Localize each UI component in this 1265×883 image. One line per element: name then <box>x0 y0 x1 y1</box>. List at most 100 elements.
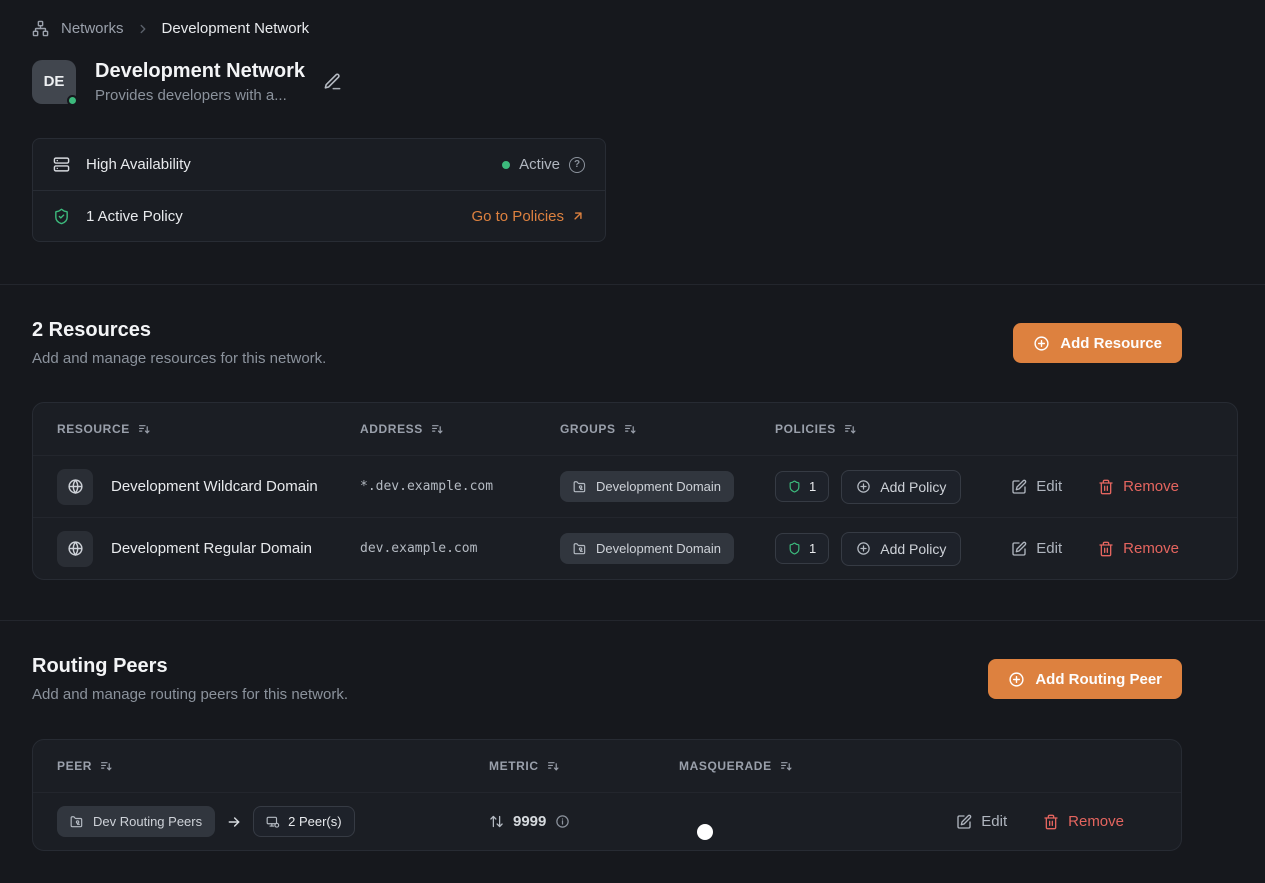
add-resource-label: Add Resource <box>1060 335 1162 352</box>
column-resource[interactable]: RESOURCE <box>57 422 360 436</box>
globe-icon <box>57 531 93 567</box>
breadcrumb: Networks Development Network <box>32 20 1233 37</box>
server-icon <box>53 156 70 173</box>
routing-peer-group-label: Dev Routing Peers <box>93 814 202 829</box>
remove-button[interactable]: Remove <box>1098 540 1179 557</box>
group-badge[interactable]: Development Domain <box>560 533 734 564</box>
policy-count: 1 <box>809 479 816 494</box>
go-to-policies-link[interactable]: Go to Policies <box>471 208 585 225</box>
sort-icon <box>547 760 560 773</box>
policy-count-pill[interactable]: 1 <box>775 471 829 502</box>
remove-button[interactable]: Remove <box>1098 478 1179 495</box>
remove-label: Remove <box>1068 813 1124 830</box>
sort-icon <box>431 423 444 436</box>
routing-peers-title: Routing Peers <box>32 655 348 678</box>
arrow-up-right-icon <box>571 209 585 223</box>
peer-count-label: 2 Peer(s) <box>288 814 341 829</box>
edit-label: Edit <box>981 813 1007 830</box>
edit-button[interactable]: Edit <box>1011 478 1062 495</box>
edit-icon <box>1011 541 1027 557</box>
metric-value: 9999 <box>513 813 546 830</box>
edit-button[interactable]: Edit <box>956 813 1007 830</box>
sort-icon <box>844 423 857 436</box>
edit-icon <box>956 814 972 830</box>
resources-title: 2 Resources <box>32 319 326 342</box>
remove-button[interactable]: Remove <box>1043 813 1124 830</box>
edit-network-icon[interactable] <box>323 72 342 91</box>
group-badge[interactable]: Development Domain <box>560 471 734 502</box>
high-availability-label: High Availability <box>86 156 191 173</box>
resources-table-header: RESOURCE ADDRESS GROUPS POLICIES <box>33 403 1237 455</box>
resource-name: Development Wildcard Domain <box>111 478 318 495</box>
group-badge-label: Development Domain <box>596 541 721 556</box>
sort-icon <box>100 760 113 773</box>
info-icon <box>555 814 570 829</box>
active-policy-label: 1 Active Policy <box>86 208 183 225</box>
column-policies[interactable]: POLICIES <box>775 422 1213 436</box>
high-availability-row: High Availability Active ? <box>33 139 605 190</box>
plus-circle-icon <box>856 479 871 494</box>
globe-icon <box>57 469 93 505</box>
policy-count: 1 <box>809 541 816 556</box>
sort-icon <box>624 423 637 436</box>
routing-peers-section: Routing Peers Add and manage routing pee… <box>0 621 1265 851</box>
remove-label: Remove <box>1123 540 1179 557</box>
plus-circle-icon <box>1008 671 1025 688</box>
add-routing-peer-button[interactable]: Add Routing Peer <box>988 659 1182 699</box>
routing-peers-table-header: PEER METRIC MASQUERADE <box>33 740 1181 792</box>
shield-icon <box>788 480 801 493</box>
plus-circle-icon <box>1033 335 1050 352</box>
column-groups[interactable]: GROUPS <box>560 422 775 436</box>
folder-group-icon <box>70 815 84 829</box>
add-routing-peer-label: Add Routing Peer <box>1035 671 1162 688</box>
chevron-right-icon <box>136 22 150 36</box>
table-row: Development Wildcard Domain *.dev.exampl… <box>33 455 1237 517</box>
edit-label: Edit <box>1036 478 1062 495</box>
active-policy-row: 1 Active Policy Go to Policies <box>33 190 605 241</box>
trash-icon <box>1098 479 1114 495</box>
shield-icon <box>788 542 801 555</box>
page-title: Development Network <box>95 59 305 83</box>
plus-circle-icon <box>856 541 871 556</box>
add-policy-label: Add Policy <box>880 479 946 495</box>
breadcrumb-networks[interactable]: Networks <box>61 20 124 37</box>
column-metric[interactable]: METRIC <box>489 759 679 773</box>
column-peer[interactable]: PEER <box>57 759 489 773</box>
resources-table: RESOURCE ADDRESS GROUPS POLICIES <box>32 402 1238 580</box>
trash-icon <box>1043 814 1059 830</box>
avatar-initials: DE <box>44 73 65 90</box>
column-masquerade[interactable]: MASQUERADE <box>679 759 1157 773</box>
column-address[interactable]: ADDRESS <box>360 422 560 436</box>
add-policy-label: Add Policy <box>880 541 946 557</box>
edit-icon <box>1011 479 1027 495</box>
edit-button[interactable]: Edit <box>1011 540 1062 557</box>
folder-group-icon <box>573 480 587 494</box>
add-resource-button[interactable]: Add Resource <box>1013 323 1182 363</box>
shield-check-icon <box>53 208 70 225</box>
resource-address: dev.example.com <box>360 541 560 556</box>
resources-section: 2 Resources Add and manage resources for… <box>0 285 1265 580</box>
help-icon[interactable]: ? <box>569 157 585 173</box>
online-status-dot <box>67 95 78 106</box>
add-policy-button[interactable]: Add Policy <box>841 470 961 504</box>
active-status-dot <box>502 161 510 169</box>
add-policy-button[interactable]: Add Policy <box>841 532 961 566</box>
routing-peer-group-badge[interactable]: Dev Routing Peers <box>57 806 215 837</box>
arrow-right-icon <box>226 814 242 830</box>
group-badge-label: Development Domain <box>596 479 721 494</box>
trash-icon <box>1098 541 1114 557</box>
network-header: DE Development Network Provides develope… <box>32 59 1265 104</box>
folder-group-icon <box>573 542 587 556</box>
routing-peers-table: PEER METRIC MASQUERADE Dev Routing Peers <box>32 739 1182 851</box>
peer-count-pill[interactable]: 2 Peer(s) <box>253 806 354 837</box>
table-row: Dev Routing Peers 2 Peer(s) 9999 Edi <box>33 792 1181 850</box>
breadcrumb-current: Development Network <box>162 20 310 37</box>
edit-label: Edit <box>1036 540 1062 557</box>
go-to-policies-label: Go to Policies <box>471 208 564 225</box>
policy-count-pill[interactable]: 1 <box>775 533 829 564</box>
page-subtitle: Provides developers with a... <box>95 87 305 104</box>
resources-subtitle: Add and manage resources for this networ… <box>32 350 326 367</box>
sort-icon <box>780 760 793 773</box>
network-icon <box>32 20 49 37</box>
table-row: Development Regular Domain dev.example.c… <box>33 517 1237 579</box>
